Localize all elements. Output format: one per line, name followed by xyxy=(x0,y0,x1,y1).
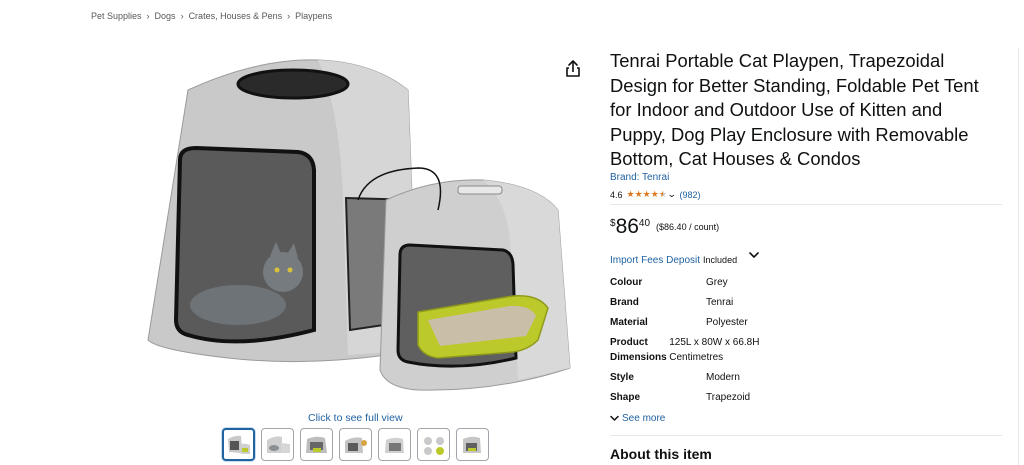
star-icon: ★ xyxy=(634,189,643,199)
star-icon: ★ xyxy=(626,189,635,199)
spec-row-style: Style Modern xyxy=(610,370,740,385)
about-this-item-heading: About this item xyxy=(610,446,712,462)
star-icon: ★ xyxy=(650,189,659,199)
spec-key: Brand xyxy=(610,297,639,308)
breadcrumb-item-crates[interactable]: Crates, Houses & Pens xyxy=(189,11,283,21)
thumbnail-4[interactable] xyxy=(339,428,372,461)
half-star-icon: ★ xyxy=(658,189,667,199)
price-fraction: 40 xyxy=(638,218,651,229)
breadcrumb-item-playpens[interactable]: Playpens xyxy=(295,11,332,21)
main-product-image[interactable] xyxy=(118,50,598,405)
spec-value: Polyester xyxy=(706,317,748,328)
spec-key: Style xyxy=(610,372,634,383)
breadcrumb-item-pet-supplies[interactable]: Pet Supplies xyxy=(91,11,142,21)
see-more-label: See more xyxy=(622,413,666,424)
thumbnail-2[interactable] xyxy=(261,428,294,461)
spec-value: Trapezoid xyxy=(706,392,751,403)
spec-value: Modern xyxy=(706,372,740,383)
spec-value: 125L x 80W x 66.8H Centimetres xyxy=(669,337,760,363)
spec-key: Material xyxy=(610,317,648,328)
divider xyxy=(610,435,1002,436)
scroll-edge xyxy=(1018,48,1019,465)
breadcrumb-separator: › xyxy=(146,11,150,21)
spec-row-colour: Colour Grey xyxy=(610,275,728,290)
star-icon: ★ xyxy=(642,189,651,199)
spec-value: Grey xyxy=(706,277,728,288)
breadcrumb: Pet Supplies › Dogs › Crates, Houses & P… xyxy=(91,11,332,21)
spec-row-brand: Brand Tenrai xyxy=(610,295,733,310)
chevron-down-icon xyxy=(610,415,619,421)
divider xyxy=(610,204,1002,205)
thumbnail-3[interactable] xyxy=(300,428,333,461)
brand-link[interactable]: Brand: Tenrai xyxy=(610,172,669,183)
import-fees-link[interactable]: Import Fees Deposit xyxy=(610,255,700,266)
spec-key: Colour xyxy=(610,277,643,288)
spec-row-shape: Shape Trapezoid xyxy=(610,390,750,405)
see-more-link[interactable]: See more xyxy=(610,413,665,424)
spec-key: Product Dimensions xyxy=(610,337,667,363)
spec-row-material: Material Polyester xyxy=(610,315,748,330)
full-view-link[interactable]: Click to see full view xyxy=(308,412,403,424)
thumbnail-7[interactable] xyxy=(456,428,489,461)
thumbnail-6[interactable] xyxy=(417,428,450,461)
star-rating-icon[interactable]: ★ ★ ★ ★ ★ xyxy=(627,190,667,199)
product-title: Tenrai Portable Cat Playpen, Trapezoidal… xyxy=(610,50,979,170)
import-fees-included: Included xyxy=(703,255,738,265)
breadcrumb-separator: › xyxy=(287,11,291,21)
breadcrumb-separator: › xyxy=(180,11,184,21)
review-count-link[interactable]: (982) xyxy=(679,190,700,200)
price-whole: 86 xyxy=(615,215,639,238)
spec-key: Shape xyxy=(610,392,641,403)
share-icon[interactable] xyxy=(562,58,584,80)
breadcrumb-item-dogs[interactable]: Dogs xyxy=(155,11,176,21)
import-fees: Import Fees Deposit Included xyxy=(610,255,737,266)
thumbnail-strip xyxy=(222,428,489,461)
thumbnail-5[interactable] xyxy=(378,428,411,461)
rating-value: 4.6 xyxy=(610,189,623,200)
chevron-down-icon[interactable] xyxy=(748,247,760,258)
unit-price: ($86.40 / count) xyxy=(656,222,720,232)
price: $ 86 40 ($86.40 / count) xyxy=(610,215,719,239)
thumbnail-1[interactable] xyxy=(222,428,255,461)
spec-row-dimensions: Product Dimensions 125L x 80W x 66.8H Ce… xyxy=(610,335,760,365)
spec-value: Tenrai xyxy=(706,297,734,308)
chevron-down-icon[interactable]: ⌄ xyxy=(667,189,677,200)
rating-row: 4.6 ★ ★ ★ ★ ★ ⌄ (982) xyxy=(610,189,700,200)
